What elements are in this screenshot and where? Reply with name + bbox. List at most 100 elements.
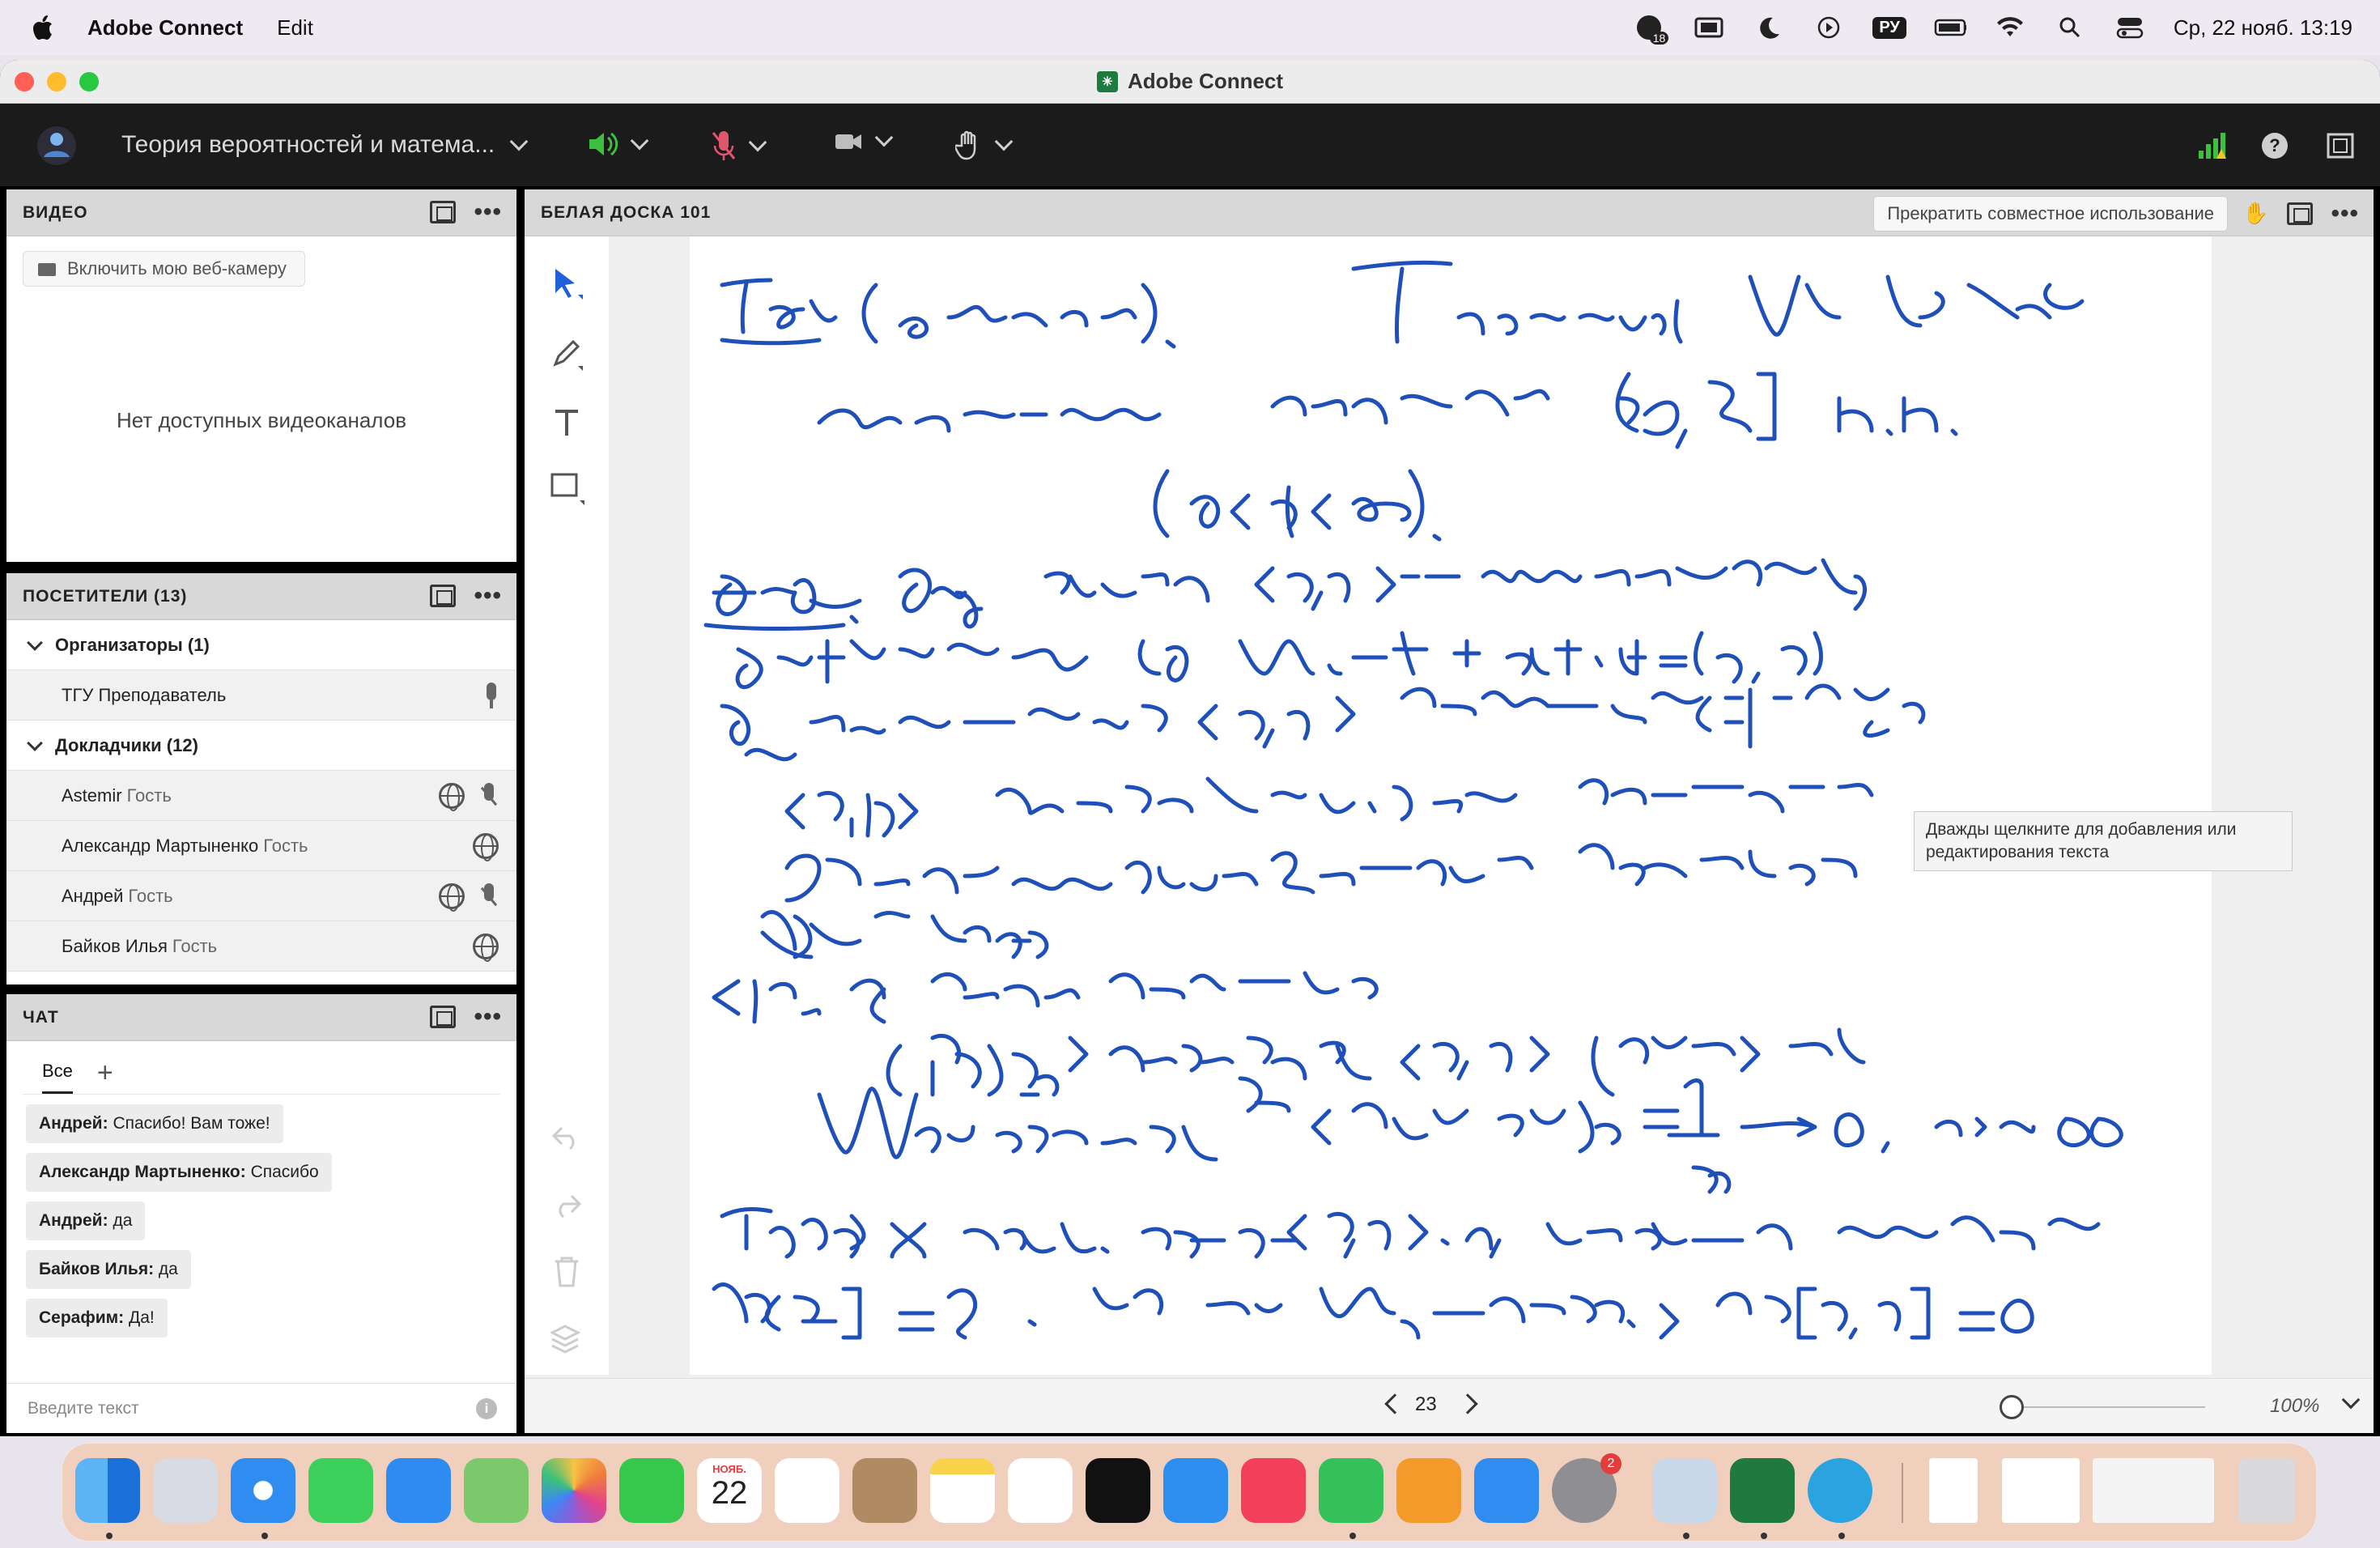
attendee-row[interactable]: Андрей Гость — [6, 871, 516, 921]
spotlight-search-icon[interactable] — [2054, 14, 2086, 41]
maximize-pod-icon[interactable] — [430, 1006, 457, 1028]
delete-icon[interactable] — [549, 1253, 584, 1289]
chat-tabs: Все + — [23, 1041, 500, 1095]
attendee-group-presenters[interactable]: Докладчики (12) — [6, 721, 516, 771]
group-label: Докладчики (12) — [55, 734, 198, 755]
macos-menubar: Adobe Connect Edit 18 РУ Ср, 22 нояб. 13… — [0, 0, 2380, 55]
previous-page-icon[interactable] — [1384, 1393, 1405, 1414]
notes-icon[interactable] — [930, 1458, 995, 1523]
more-options-icon[interactable]: ••• — [474, 584, 502, 608]
stop-sharing-button[interactable]: Прекратить совместное использование — [1873, 196, 2228, 232]
attendee-row[interactable]: ТГУ Преподаватель — [6, 670, 516, 721]
microphone-muted-icon — [479, 783, 499, 810]
adobe-connect-app-icon[interactable] — [36, 125, 78, 167]
chevron-down-icon — [27, 734, 43, 751]
redo-icon[interactable] — [549, 1187, 584, 1223]
meeting-title-dropdown[interactable]: Теория вероятностей и матема... — [121, 131, 529, 159]
text-tool-icon[interactable] — [549, 405, 584, 440]
reminders-icon[interactable] — [775, 1458, 839, 1523]
maximize-pod-icon[interactable] — [430, 201, 457, 223]
preview-icon[interactable] — [1652, 1458, 1717, 1523]
more-options-icon[interactable]: ••• — [474, 200, 502, 224]
menubar-edit[interactable]: Edit — [277, 15, 313, 40]
downloads-stack-icon[interactable] — [2093, 1458, 2214, 1523]
control-center-icon[interactable] — [2114, 14, 2146, 41]
play-icon[interactable] — [1813, 14, 1845, 41]
system-settings-icon[interactable]: 2 — [1552, 1453, 1621, 1523]
close-window-button[interactable] — [15, 72, 34, 91]
finder-icon[interactable] — [75, 1458, 140, 1523]
display-icon[interactable] — [1693, 14, 1725, 41]
fullscreen-icon[interactable] — [2327, 133, 2354, 163]
add-chat-tab-button[interactable]: + — [97, 1057, 113, 1094]
hand-pointer-icon[interactable]: ✋ — [2242, 201, 2269, 226]
chevron-down-icon — [509, 132, 529, 151]
whiteboard-canvas[interactable] — [690, 236, 2212, 1375]
enable-webcam-button[interactable]: Включить мою веб-камеру — [23, 251, 305, 287]
telegram-icon[interactable] — [1808, 1458, 1872, 1523]
help-icon[interactable]: ? — [2260, 131, 2289, 164]
tab-all[interactable]: Все — [42, 1061, 73, 1094]
menubar-app-name[interactable]: Adobe Connect — [87, 15, 243, 40]
trash-icon[interactable] — [2238, 1458, 2295, 1523]
zoom-dropdown-icon[interactable] — [2341, 1390, 2361, 1410]
select-tool-icon[interactable] — [549, 266, 584, 301]
info-icon[interactable]: i — [476, 1398, 497, 1419]
wifi-icon[interactable] — [1994, 14, 2026, 41]
microphone-control[interactable] — [711, 130, 767, 162]
chat-author: Андрей: — [39, 1211, 108, 1230]
photos-icon[interactable] — [542, 1458, 606, 1523]
zoom-window-button[interactable] — [79, 72, 99, 91]
pages-icon[interactable] — [1396, 1458, 1461, 1523]
chevron-down-icon — [630, 131, 649, 151]
camera-control[interactable] — [834, 128, 894, 152]
layers-icon[interactable] — [549, 1321, 584, 1357]
zoom-slider[interactable] — [2000, 1395, 2205, 1419]
camera-icon — [835, 134, 861, 149]
attendee-row[interactable]: Байков Илья Гость — [6, 921, 516, 972]
music-icon[interactable] — [1241, 1458, 1306, 1523]
apple-tv-icon[interactable] — [1086, 1458, 1150, 1523]
keynote-icon[interactable] — [1163, 1458, 1228, 1523]
messages-icon[interactable] — [308, 1458, 373, 1523]
undo-icon[interactable] — [549, 1119, 584, 1155]
maximize-pod-icon[interactable] — [430, 585, 457, 607]
running-indicator — [1838, 1533, 1845, 1539]
mail-icon[interactable] — [386, 1458, 451, 1523]
notification-center-icon[interactable]: 18 — [1633, 14, 1669, 45]
facetime-icon[interactable] — [619, 1458, 684, 1523]
zoom-slider-handle[interactable] — [2000, 1395, 2024, 1419]
maps-icon[interactable] — [464, 1458, 529, 1523]
safari-icon[interactable] — [231, 1458, 295, 1523]
more-options-icon[interactable]: ••• — [474, 1005, 502, 1029]
calendar-icon[interactable]: НОЯБ. 22 — [697, 1458, 762, 1523]
launchpad-icon[interactable] — [153, 1458, 218, 1523]
next-page-icon[interactable] — [1457, 1393, 1478, 1414]
numbers-icon[interactable] — [1319, 1458, 1383, 1523]
pencil-tool-icon[interactable] — [549, 337, 584, 372]
maximize-pod-icon[interactable] — [2287, 202, 2314, 225]
running-indicator — [106, 1533, 113, 1539]
apple-icon[interactable] — [31, 14, 55, 41]
connection-status-icon[interactable] — [2197, 131, 2229, 164]
attendee-row[interactable]: Александр Мартыненко Гость — [6, 821, 516, 871]
chat-author: Александр Мартыненко: — [39, 1163, 246, 1181]
speaker-control[interactable] — [586, 130, 649, 159]
focus-moon-icon[interactable] — [1753, 14, 1785, 41]
contacts-icon[interactable] — [852, 1458, 917, 1523]
shape-tool-icon[interactable] — [549, 471, 584, 507]
menubar-clock[interactable]: Ср, 22 нояб. 13:19 — [2174, 15, 2352, 40]
app-store-icon[interactable] — [1474, 1458, 1539, 1523]
freeform-icon[interactable] — [1008, 1458, 1073, 1523]
input-source-indicator[interactable]: РУ — [1872, 16, 1906, 39]
battery-icon[interactable] — [1934, 14, 1966, 41]
attendee-group-hosts[interactable]: Организаторы (1) — [6, 620, 516, 670]
minimize-window-button[interactable] — [47, 72, 66, 91]
document-stack-icon[interactable] — [1929, 1458, 1978, 1523]
spreadsheet-stack-icon[interactable] — [2002, 1458, 2080, 1523]
adobe-connect-dock-icon[interactable] — [1730, 1458, 1795, 1523]
attendee-row[interactable]: Astemir Гость — [6, 771, 516, 821]
raise-hand-control[interactable] — [955, 130, 1014, 160]
more-options-icon[interactable]: ••• — [2331, 201, 2359, 225]
chat-input[interactable]: Введите текст i — [6, 1383, 516, 1433]
